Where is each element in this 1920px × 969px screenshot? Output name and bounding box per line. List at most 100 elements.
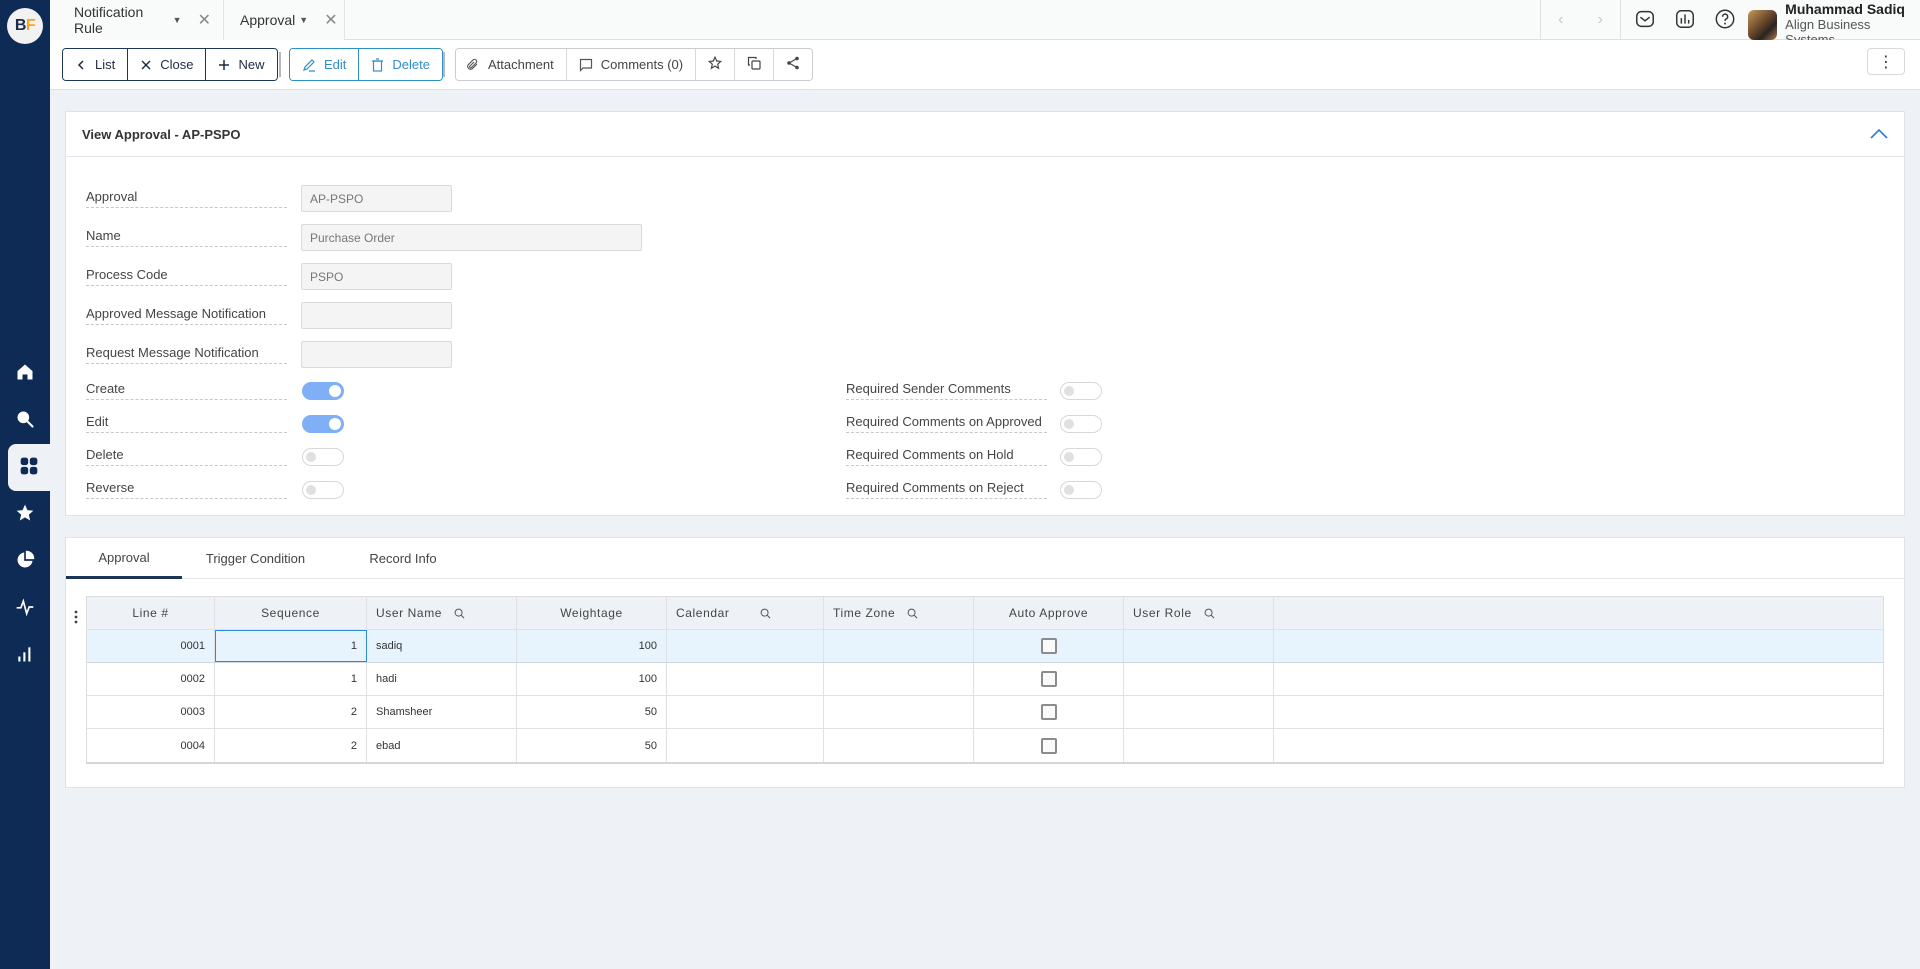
cell-user-role[interactable] xyxy=(1124,696,1274,728)
cell-sequence[interactable]: 2 xyxy=(215,729,367,762)
create-toggle[interactable] xyxy=(302,382,344,400)
tab-notification-rule[interactable]: Notification Rule ▼ ✕ xyxy=(50,0,224,40)
kebab-menu-icon: ⋮ xyxy=(1878,53,1894,71)
column-header-time-zone[interactable]: Time Zone xyxy=(824,597,974,629)
edit-button[interactable]: Edit xyxy=(290,49,360,80)
cell-line: 0002 xyxy=(87,663,215,695)
grid-options-icon[interactable] xyxy=(73,610,79,627)
required-comments-reject-toggle[interactable] xyxy=(1060,481,1102,499)
tab-approval-lines[interactable]: Approval xyxy=(66,538,182,579)
cell-time-zone[interactable] xyxy=(824,729,974,762)
request-message-notification-input[interactable] xyxy=(301,341,452,368)
table-row[interactable]: 0001 1 sadiq 100 xyxy=(87,630,1883,663)
table-row[interactable]: 0003 2 Shamsheer 50 xyxy=(87,696,1883,729)
edit-toggle[interactable] xyxy=(302,415,344,433)
app-logo[interactable]: BF xyxy=(7,8,43,44)
close-tab-icon[interactable]: ✕ xyxy=(324,10,337,30)
cell-filler xyxy=(1274,696,1883,728)
table-row[interactable]: 0004 2 ebad 50 xyxy=(87,729,1883,762)
required-comments-approved-toggle[interactable] xyxy=(1060,415,1102,433)
mail-button[interactable] xyxy=(1625,0,1665,40)
cell-sequence[interactable]: 1 xyxy=(215,630,367,662)
cell-user-role[interactable] xyxy=(1124,630,1274,662)
required-comments-hold-toggle[interactable] xyxy=(1060,448,1102,466)
column-header-calendar[interactable]: Calendar xyxy=(667,597,824,629)
column-header-auto-approve[interactable]: Auto Approve xyxy=(974,597,1124,629)
auto-approve-checkbox[interactable] xyxy=(1040,704,1057,720)
comments-button[interactable]: Comments (0) xyxy=(566,49,697,80)
attachment-button[interactable]: Attachment xyxy=(456,49,567,80)
caret-down-icon[interactable]: ▼ xyxy=(173,15,182,25)
sidebar-item-reports[interactable] xyxy=(0,538,50,585)
more-options-button[interactable]: ⋮ xyxy=(1867,48,1905,75)
cell-sequence[interactable]: 1 xyxy=(215,663,367,695)
caret-down-icon[interactable]: ▼ xyxy=(299,15,308,25)
sidebar-item-search[interactable] xyxy=(0,397,50,444)
chevron-right-icon[interactable]: › xyxy=(1598,11,1603,29)
cell-user-role[interactable] xyxy=(1124,663,1274,695)
cell-weightage[interactable]: 50 xyxy=(517,696,667,728)
column-header-weightage[interactable]: Weightage xyxy=(517,597,667,629)
cell-auto-approve xyxy=(974,663,1124,695)
auto-approve-checkbox[interactable] xyxy=(1040,638,1057,654)
cell-time-zone[interactable] xyxy=(824,630,974,662)
reports-button[interactable] xyxy=(1665,0,1705,40)
sidebar-item-favorites[interactable] xyxy=(0,491,50,538)
chevron-left-icon[interactable]: ‹ xyxy=(1558,11,1563,29)
cell-weightage[interactable]: 50 xyxy=(517,729,667,762)
field-request-message-notification: Request Message Notification xyxy=(86,345,287,364)
close-button[interactable]: Close xyxy=(128,49,207,80)
column-header-sequence[interactable]: Sequence xyxy=(215,597,367,629)
cell-user-role[interactable] xyxy=(1124,729,1274,762)
auto-approve-checkbox[interactable] xyxy=(1040,737,1057,754)
search-icon[interactable] xyxy=(1204,608,1215,619)
column-header-user-role[interactable]: User Role xyxy=(1124,597,1274,629)
tab-record-info[interactable]: Record Info xyxy=(329,538,477,579)
new-button[interactable]: New xyxy=(206,49,277,80)
table-row[interactable]: 0002 1 hadi 100 xyxy=(87,663,1883,696)
required-sender-comments-toggle[interactable] xyxy=(1060,382,1102,400)
help-button[interactable] xyxy=(1705,0,1745,40)
sidebar-item-apps[interactable] xyxy=(8,444,50,491)
share-button[interactable] xyxy=(774,49,813,80)
cell-calendar[interactable] xyxy=(667,696,824,728)
name-input[interactable]: Purchase Order xyxy=(301,224,642,251)
cell-user-name[interactable]: sadiq xyxy=(367,630,517,662)
sidebar-item-activity[interactable] xyxy=(0,585,50,632)
delete-button[interactable]: Delete xyxy=(359,49,442,80)
sidebar-item-analytics[interactable] xyxy=(0,632,50,679)
process-code-input[interactable]: PSPO xyxy=(301,263,452,290)
search-icon[interactable] xyxy=(760,608,771,619)
tab-approval[interactable]: Approval ▼ ✕ xyxy=(224,0,345,40)
chevron-up-icon[interactable] xyxy=(1870,127,1888,142)
copy-button[interactable] xyxy=(735,49,775,80)
auto-approve-checkbox[interactable] xyxy=(1040,671,1057,687)
cell-time-zone[interactable] xyxy=(824,696,974,728)
delete-toggle[interactable] xyxy=(302,448,344,466)
cell-calendar[interactable] xyxy=(667,663,824,695)
cell-calendar[interactable] xyxy=(667,729,824,762)
cell-weightage[interactable]: 100 xyxy=(517,630,667,662)
search-icon[interactable] xyxy=(907,608,918,619)
cell-weightage[interactable]: 100 xyxy=(517,663,667,695)
star-icon xyxy=(15,503,35,526)
reverse-toggle[interactable] xyxy=(302,481,344,499)
search-icon[interactable] xyxy=(454,608,465,619)
close-tab-icon[interactable]: ✕ xyxy=(198,10,211,30)
favorite-button[interactable] xyxy=(696,49,736,80)
cell-time-zone[interactable] xyxy=(824,663,974,695)
column-header-line[interactable]: Line # xyxy=(87,597,215,629)
cell-calendar[interactable] xyxy=(667,630,824,662)
approval-input[interactable]: AP-PSPO xyxy=(301,185,452,212)
tab-trigger-condition[interactable]: Trigger Condition xyxy=(182,538,329,579)
sidebar: BF xyxy=(0,0,50,969)
list-button[interactable]: List xyxy=(63,49,129,80)
column-header-user-name[interactable]: User Name xyxy=(367,597,517,629)
cell-user-name[interactable]: ebad xyxy=(367,729,517,762)
cell-user-name[interactable]: Shamsheer xyxy=(367,696,517,728)
approved-message-notification-input[interactable] xyxy=(301,302,452,329)
home-icon xyxy=(15,362,35,385)
sidebar-item-home[interactable] xyxy=(0,350,50,397)
cell-user-name[interactable]: hadi xyxy=(367,663,517,695)
cell-sequence[interactable]: 2 xyxy=(215,696,367,728)
